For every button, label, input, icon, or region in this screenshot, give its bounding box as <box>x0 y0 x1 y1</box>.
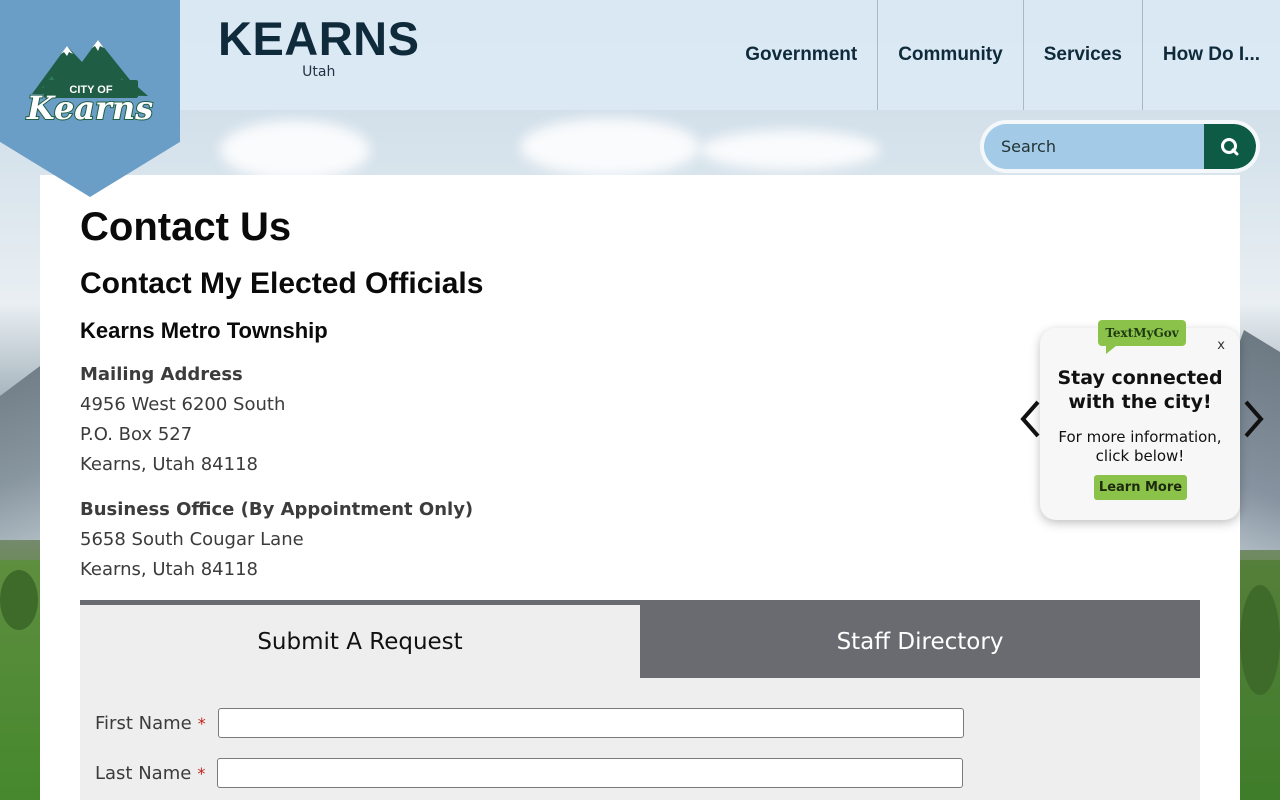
mailing-address-line: 4956 West 6200 South <box>80 394 286 415</box>
background-cloud <box>700 130 880 170</box>
textmygov-popup: TextMyGov x Stay connected with the city… <box>1040 320 1240 520</box>
mailing-address-line: P.O. Box 527 <box>80 424 193 445</box>
nav-item-how-do-i[interactable]: How Do I... <box>1141 0 1280 110</box>
site-subtitle: Utah <box>302 64 336 80</box>
search-icon <box>1221 137 1239 155</box>
nav-item-services[interactable]: Services <box>1022 0 1142 110</box>
business-office-line: Kearns, Utah 84118 <box>80 559 258 580</box>
business-office: Business Office (By Appointment Only) 56… <box>80 495 473 585</box>
background-tree <box>1240 585 1280 695</box>
popup-heading-line: with the city! <box>1068 391 1212 413</box>
popup-heading-line: Stay connected <box>1057 367 1223 389</box>
city-logo[interactable]: CITY OF Kearns <box>0 0 180 197</box>
page-title: Contact Us <box>80 205 292 249</box>
chevron-right-icon[interactable] <box>1242 398 1266 440</box>
learn-more-button[interactable]: Learn More <box>1094 475 1187 500</box>
last-name-input[interactable] <box>217 758 964 788</box>
required-marker: * <box>197 763 206 783</box>
background-tree <box>0 570 38 630</box>
section-title: Contact My Elected Officials <box>80 267 484 300</box>
nav-item-community[interactable]: Community <box>877 0 1023 110</box>
site-brand[interactable]: KEARNS Utah <box>218 12 420 81</box>
background-cloud <box>220 120 370 180</box>
background-cloud <box>520 118 700 176</box>
nav-item-government[interactable]: Government <box>725 0 877 110</box>
popup-body-line: click below! <box>1095 447 1185 465</box>
site-title: KEARNS <box>218 12 420 65</box>
city-logo-mark: CITY OF Kearns <box>25 40 154 126</box>
search-button[interactable] <box>1204 124 1256 169</box>
last-name-label: Last Name <box>95 762 192 784</box>
chevron-left-icon[interactable] <box>1018 398 1042 440</box>
popup-body-line: For more information, <box>1058 428 1222 446</box>
main-nav: Government Community Services How Do I..… <box>725 0 1280 110</box>
popup-body: For more information, click below! <box>1040 428 1240 466</box>
mailing-address-label: Mailing Address <box>80 364 243 385</box>
search-box <box>980 120 1260 173</box>
contact-tabs: Submit A Request Staff Directory <box>80 600 1200 678</box>
first-name-row: First Name * <box>95 708 964 738</box>
close-button[interactable]: x <box>1217 338 1225 353</box>
business-office-line: 5658 South Cougar Lane <box>80 529 304 550</box>
last-name-row: Last Name * <box>95 758 964 788</box>
required-marker: * <box>197 713 206 733</box>
search-input[interactable] <box>984 124 1204 169</box>
tab-staff-directory[interactable]: Staff Directory <box>640 605 1200 678</box>
search-field-container <box>984 124 1256 169</box>
request-form: First Name * Last Name * <box>80 678 1200 800</box>
first-name-label: First Name <box>95 712 192 734</box>
first-name-input[interactable] <box>217 708 964 738</box>
mailing-address-line: Kearns, Utah 84118 <box>80 454 258 475</box>
logo-script-text: Kearns <box>26 89 153 126</box>
mailing-address: Mailing Address 4956 West 6200 South P.O… <box>80 360 285 480</box>
business-office-label: Business Office (By Appointment Only) <box>80 499 474 520</box>
textmygov-badge: TextMyGov <box>1098 320 1186 354</box>
tab-submit-request[interactable]: Submit A Request <box>80 605 640 678</box>
popup-heading: Stay connected with the city! <box>1040 366 1240 414</box>
sub-title: Kearns Metro Township <box>80 318 328 343</box>
